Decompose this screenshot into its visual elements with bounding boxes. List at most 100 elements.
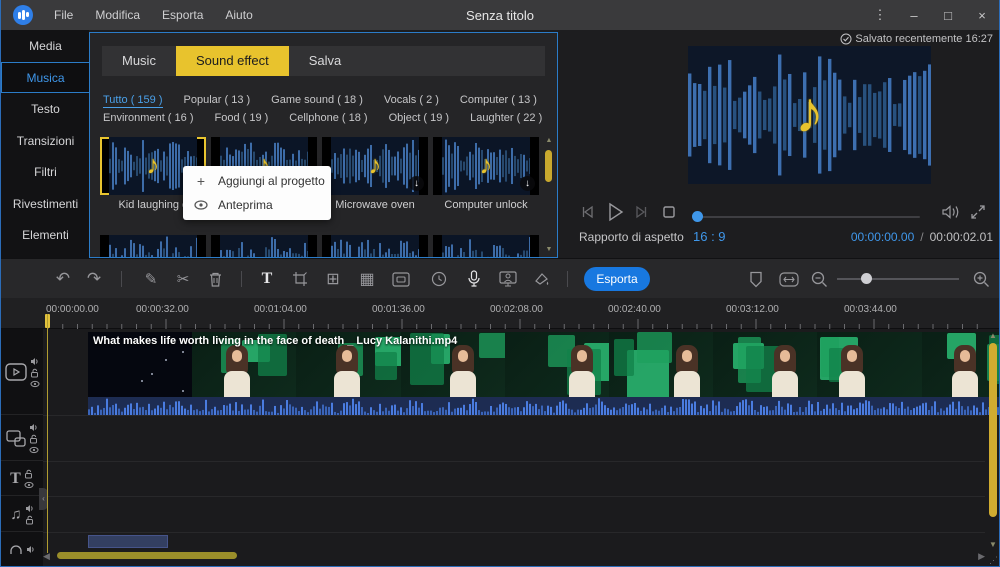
redo-icon[interactable]: ↷ [84, 269, 104, 289]
text-tool-icon[interactable]: T [257, 269, 277, 289]
sidebar-item-testo[interactable]: Testo [1, 93, 89, 125]
timeline-ruler[interactable]: 00:00:00.0000:00:32.0000:01:04.0000:01:3… [1, 298, 1000, 329]
close-button[interactable]: × [965, 0, 999, 30]
track-volume-icon[interactable] [29, 423, 38, 432]
undo-icon[interactable]: ↶ [53, 269, 73, 289]
zoom-in-icon[interactable] [971, 269, 991, 289]
music-track[interactable] [43, 498, 985, 533]
fit-timeline-icon[interactable] [779, 269, 799, 289]
text-track[interactable] [43, 463, 985, 497]
voice-track[interactable] [43, 534, 985, 550]
tab-sound-effect[interactable]: Sound effect [176, 46, 289, 76]
color-bucket-icon[interactable] [532, 269, 552, 289]
track-visibility-icon[interactable] [30, 380, 40, 388]
download-icon[interactable]: ↓ [409, 176, 424, 191]
sound-item-row2-4[interactable] [433, 235, 539, 258]
category-food[interactable]: Food ( 19 ) [214, 112, 268, 124]
app-logo-icon[interactable] [13, 5, 33, 25]
track-lock-icon[interactable] [30, 368, 39, 378]
sound-item-row2-3[interactable] [322, 235, 428, 258]
category-laughter[interactable]: Laughter ( 22 ) [470, 112, 542, 124]
menu-aiuto[interactable]: Aiuto [214, 0, 263, 30]
timeline-zoom-handle[interactable] [861, 273, 872, 284]
voiceover-mic-icon[interactable] [464, 269, 484, 289]
zoom-out-icon[interactable] [809, 269, 829, 289]
category-tutto[interactable]: Tutto ( 159 ) [103, 94, 163, 108]
split-scissors-icon[interactable]: ✂ [173, 269, 193, 289]
marker-icon[interactable] [746, 269, 766, 289]
tab-music[interactable]: Music [102, 46, 176, 76]
sound-item-microwave-oven[interactable]: ♪ ↓ Microwave oven [322, 137, 428, 211]
duration-clock-icon[interactable] [429, 269, 449, 289]
vertical-scrollbar[interactable]: ▲ ▼ [987, 331, 999, 549]
category-game-sound[interactable]: Game sound ( 18 ) [271, 94, 363, 108]
sidebar-item-elementi[interactable]: Elementi [1, 219, 89, 251]
sound-item-computer-unlock[interactable]: ♪ ↓ Computer unlock [433, 137, 539, 211]
zoom-frame-icon[interactable]: ⊞ [323, 269, 343, 289]
context-menu-add-to-project[interactable]: + Aggiungi al progetto [183, 169, 331, 193]
sidebar-item-transizioni[interactable]: Transizioni [1, 125, 89, 157]
sidebar-item-media[interactable]: Media [1, 30, 89, 62]
scroll-down-icon[interactable]: ▼ [987, 540, 999, 549]
track-visibility-icon[interactable] [29, 446, 39, 454]
voice-clip[interactable] [88, 535, 168, 548]
category-computer[interactable]: Computer ( 13 ) [460, 94, 537, 108]
track-volume-icon[interactable] [26, 545, 35, 554]
scroll-down-icon[interactable]: ▼ [545, 246, 553, 253]
delete-trash-icon[interactable] [205, 269, 225, 289]
crop-icon[interactable] [290, 269, 310, 289]
category-environment[interactable]: Environment ( 16 ) [103, 112, 193, 124]
sidebar-item-filtri[interactable]: Filtri [1, 156, 89, 188]
track-lock-icon[interactable] [24, 469, 33, 479]
track-lock-icon[interactable] [25, 515, 34, 525]
previous-frame-button[interactable] [579, 203, 595, 226]
scroll-right-icon[interactable]: ▶ [978, 551, 985, 562]
category-object[interactable]: Object ( 19 ) [389, 112, 450, 124]
overlay-track-header[interactable] [1, 417, 43, 461]
seek-slider-handle[interactable] [692, 211, 703, 222]
scroll-up-icon[interactable]: ▲ [987, 331, 999, 340]
aspect-ratio-value[interactable]: 16 : 9 [693, 229, 726, 244]
sound-item-row2-1[interactable] [100, 235, 206, 258]
voice-track-header[interactable] [1, 533, 43, 565]
music-track-header[interactable]: ♫ [1, 497, 43, 532]
resize-grip-icon[interactable]: ⋰ [989, 555, 999, 565]
picture-in-picture-icon[interactable] [391, 269, 411, 289]
video-track-header[interactable] [1, 330, 43, 415]
fullscreen-icon[interactable] [969, 203, 987, 226]
download-icon[interactable]: ↓ [520, 176, 535, 191]
next-frame-button[interactable] [634, 203, 650, 226]
seek-slider[interactable] [694, 216, 920, 218]
tab-salva[interactable]: Salva [289, 46, 362, 76]
category-popular[interactable]: Popular ( 13 ) [184, 94, 251, 108]
maximize-button[interactable]: □ [931, 0, 965, 30]
category-vocals[interactable]: Vocals ( 2 ) [384, 94, 439, 108]
panel-scrollbar[interactable]: ▲ ▼ [544, 137, 554, 253]
sidebar-item-musica[interactable]: Musica [1, 62, 89, 94]
menu-file[interactable]: File [43, 0, 84, 30]
volume-icon[interactable] [941, 203, 961, 226]
category-cellphone[interactable]: Cellphone ( 18 ) [289, 112, 367, 124]
scroll-up-icon[interactable]: ▲ [545, 137, 553, 144]
timeline-zoom-slider[interactable] [837, 278, 959, 280]
track-volume-icon[interactable] [25, 504, 34, 513]
text-track-header[interactable]: T [1, 462, 43, 496]
minimize-button[interactable]: – [897, 0, 931, 30]
video-track[interactable]: What makes life worth living in the face… [43, 330, 985, 416]
vertical-scrollbar-thumb[interactable] [989, 343, 997, 517]
edit-pencil-icon[interactable]: ✎ [141, 269, 161, 289]
preview-viewport[interactable]: ♪ [688, 46, 931, 184]
stop-button[interactable] [661, 203, 677, 226]
play-button[interactable] [604, 200, 626, 229]
kebab-menu-icon[interactable]: ⋮ [863, 0, 897, 30]
track-lock-icon[interactable] [29, 434, 38, 444]
menu-esporta[interactable]: Esporta [151, 0, 214, 30]
horizontal-scrollbar-thumb[interactable] [57, 552, 237, 559]
context-menu-anteprima[interactable]: Anteprima [183, 193, 331, 217]
sound-item-row2-2[interactable] [211, 235, 317, 258]
overlay-track[interactable] [43, 418, 985, 462]
panel-scrollbar-thumb[interactable] [545, 150, 552, 182]
sidebar-item-rivestimenti[interactable]: Rivestimenti [1, 188, 89, 220]
mosaic-icon[interactable]: ▦ [357, 269, 377, 289]
track-visibility-icon[interactable] [24, 481, 34, 489]
